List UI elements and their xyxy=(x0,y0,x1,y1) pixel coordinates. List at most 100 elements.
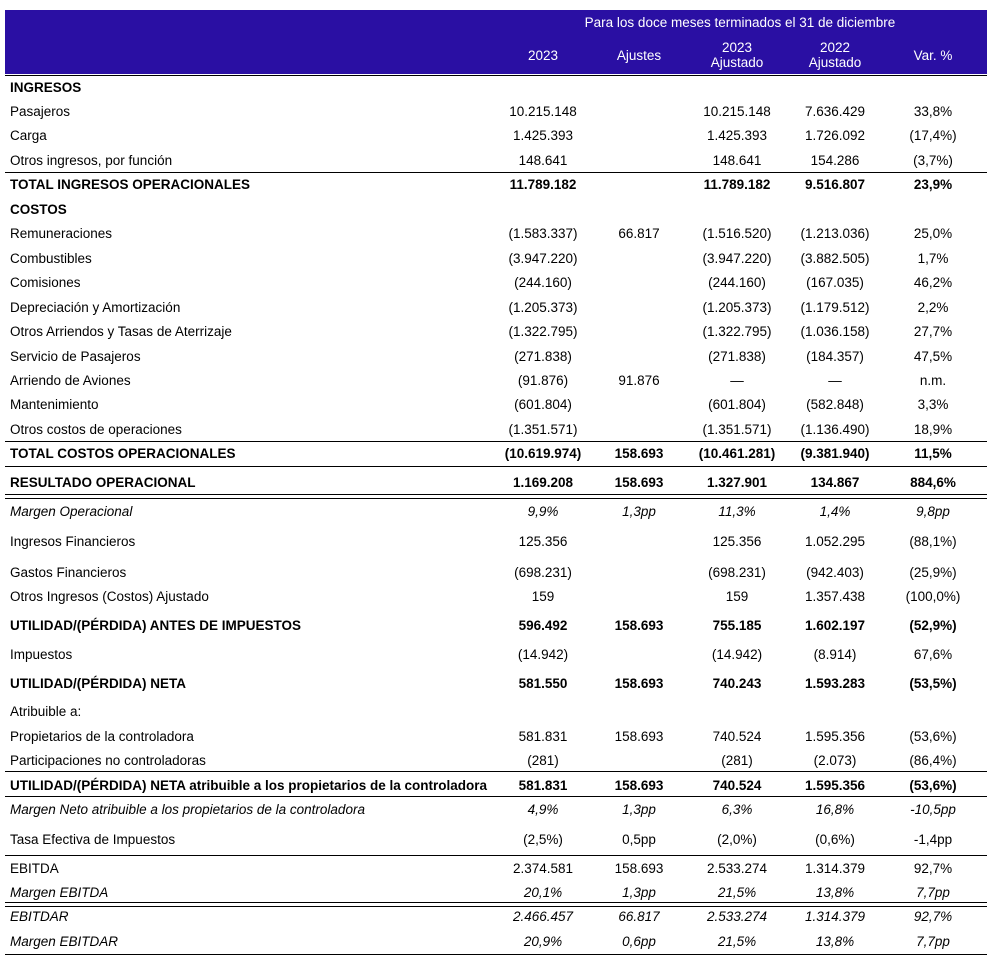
table-row: UTILIDAD/(PÉRDIDA) NETA 581.550 158.693 740… xyxy=(5,673,987,693)
row-value: (8.914) xyxy=(813,646,857,662)
row-value: (9.381.940) xyxy=(800,445,870,461)
table-row: TOTAL INGRESOS OPERACIONALES 11.789.182 11… xyxy=(5,174,987,194)
table-row: TOTAL COSTOS OPERACIONALES (10.619.974) 15… xyxy=(5,443,987,463)
row-label: Margen EBITDAR xyxy=(10,933,119,949)
row-label: Combustibles xyxy=(10,250,92,266)
row-value: (10.619.974) xyxy=(504,445,582,461)
row-value: 159 xyxy=(725,588,749,604)
row-value: 20,1% xyxy=(523,884,563,900)
table-row: Margen EBITDAR 20,9% 0,6pp 21,5% 13,8% 7,7pp xyxy=(5,931,987,951)
table-row: UTILIDAD/(PÉRDIDA) ANTES DE IMPUESTOS 596… xyxy=(5,615,987,635)
row-value: — xyxy=(828,372,842,388)
row-value: 46,2% xyxy=(913,274,953,290)
row-value: (1.213.036) xyxy=(800,225,870,241)
row-value: 6,3% xyxy=(721,801,753,817)
row-value: 581.831 xyxy=(518,777,568,793)
row-label: Mantenimiento xyxy=(10,396,99,412)
row-value: (53,6%) xyxy=(909,777,957,793)
row-label: Gastos Financieros xyxy=(10,564,127,580)
row-label: UTILIDAD/(PÉRDIDA) NETA xyxy=(10,675,186,691)
row-value: 158.693 xyxy=(614,777,664,793)
row-value: -10,5pp xyxy=(910,801,956,817)
divider xyxy=(5,441,987,442)
row-value: 66.817 xyxy=(618,225,660,241)
row-label: Ingresos Financieros xyxy=(10,533,136,549)
row-value: (601.804) xyxy=(708,396,766,412)
table-row: Comisiones (244.160) (244.160) (167.035) 46,… xyxy=(5,272,987,292)
table-row: Otros Ingresos (Costos) Ajustado 159 159 1.… xyxy=(5,586,987,606)
row-value: 0,6pp xyxy=(622,933,656,949)
row-label: TOTAL COSTOS OPERACIONALES xyxy=(10,445,236,461)
row-value: 23,9% xyxy=(913,176,953,192)
row-value: (3.882.505) xyxy=(800,250,870,266)
row-value: (3,7%) xyxy=(913,152,953,168)
table-row: Margen EBITDA 20,1% 1,3pp 21,5% 13,8% 7,7pp xyxy=(5,882,987,902)
row-value: 2.533.274 xyxy=(706,908,768,924)
row-value: 1.595.356 xyxy=(804,777,866,793)
row-value: 596.492 xyxy=(518,617,568,633)
row-value: 1,3pp xyxy=(622,801,656,817)
row-value: (86,4%) xyxy=(909,752,957,768)
row-value: 11,5% xyxy=(914,445,952,461)
table-row: Margen Neto atribuible a los propietario… xyxy=(5,799,987,819)
row-value: 11.789.182 xyxy=(703,176,771,192)
divider xyxy=(5,466,987,467)
divider xyxy=(5,906,987,907)
header-period-title: Para los doce meses terminados el 31 de … xyxy=(584,15,896,30)
row-label: TOTAL INGRESOS OPERACIONALES xyxy=(10,176,251,192)
divider xyxy=(5,902,987,903)
row-value: (1.322.795) xyxy=(508,323,578,339)
row-value: 33,8% xyxy=(913,103,953,119)
row-value: (184.357) xyxy=(806,348,864,364)
divider xyxy=(5,796,987,797)
row-label: COSTOS xyxy=(10,201,67,217)
table-row: Otros Arriendos y Tasas de Aterrizaje (1.… xyxy=(5,321,987,341)
table-row: Ingresos Financieros 125.356 125.356 1.052.… xyxy=(5,531,987,551)
row-value: 10.215.148 xyxy=(703,103,771,119)
table-row: Carga 1.425.393 1.425.393 1.726.092 (17,4%) xyxy=(5,125,987,145)
row-value: (52,9%) xyxy=(909,617,957,633)
row-value: 7.636.429 xyxy=(804,103,866,119)
table-row: UTILIDAD/(PÉRDIDA) NETA atribuible a los… xyxy=(5,775,987,795)
row-value: 47,5% xyxy=(913,348,953,364)
row-value: 158.693 xyxy=(614,445,664,461)
table-row: EBITDA 2.374.581 158.693 2.533.274 1.314.379… xyxy=(5,858,987,878)
row-value: 2,2% xyxy=(917,299,949,315)
table-row: Propietarios de la controladora 581.831 15… xyxy=(5,726,987,746)
row-value: 67,6% xyxy=(913,646,953,662)
row-label: Remuneraciones xyxy=(10,225,113,241)
row-value: 125.356 xyxy=(518,533,568,549)
row-value: (10.461.281) xyxy=(698,445,776,461)
row-value: (88,1%) xyxy=(909,533,957,549)
row-value: 1.425.393 xyxy=(512,127,574,143)
table-row: Gastos Financieros (698.231) (698.231) (942… xyxy=(5,562,987,582)
row-value: 1.052.295 xyxy=(804,533,866,549)
row-value: 1,3pp xyxy=(622,884,656,900)
row-value: 1.593.283 xyxy=(804,675,866,691)
row-value: (1.136.490) xyxy=(800,421,870,437)
row-value: (1.351.571) xyxy=(508,421,578,437)
row-value: (17,4%) xyxy=(909,127,957,143)
header-col-2023-ajustado: 2023 Ajustado xyxy=(710,40,764,70)
row-value: 134.867 xyxy=(810,474,860,490)
row-value: 581.831 xyxy=(518,728,568,744)
row-value: (1.351.571) xyxy=(702,421,772,437)
row-label: Comisiones xyxy=(10,274,81,290)
row-value: (14.942) xyxy=(711,646,763,662)
row-value: (167.035) xyxy=(806,274,864,290)
row-value: (0,6%) xyxy=(815,831,855,847)
row-value: n.m. xyxy=(919,372,947,388)
row-label: INGRESOS xyxy=(10,79,82,95)
row-value: 25,0% xyxy=(913,225,953,241)
row-value: 1.595.356 xyxy=(804,728,866,744)
row-value: 13,8% xyxy=(815,933,855,949)
row-value: 148.641 xyxy=(712,152,762,168)
row-value: (271.838) xyxy=(708,348,766,364)
table-header: Para los doce meses terminados el 31 de … xyxy=(5,10,987,74)
row-value: 3,3% xyxy=(917,396,949,412)
row-value: (2.073) xyxy=(813,752,857,768)
divider xyxy=(5,498,987,499)
row-value: (53,6%) xyxy=(909,728,957,744)
row-value: (244.160) xyxy=(514,274,572,290)
row-value: 740.524 xyxy=(712,777,762,793)
